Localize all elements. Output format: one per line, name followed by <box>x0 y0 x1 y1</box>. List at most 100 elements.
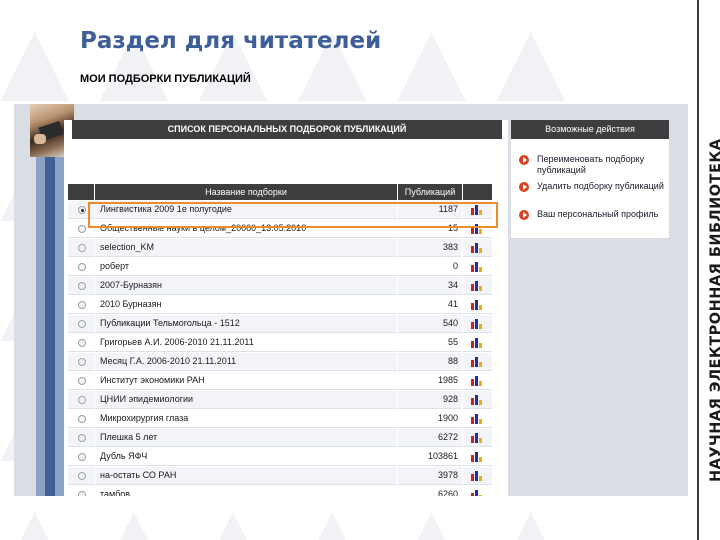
count-cell: 3978 <box>398 467 462 485</box>
collection-name[interactable]: ЦНИИ эпидемиологии <box>100 394 193 404</box>
publication-count: 1985 <box>437 375 458 385</box>
column-header-select <box>68 184 94 200</box>
chart-cell <box>463 372 492 390</box>
bar-chart-icon[interactable] <box>471 338 483 348</box>
table-row[interactable]: Месяц Г.А. 2006-2010 21.11.2011 88 <box>68 353 492 372</box>
publication-count: 41 <box>447 299 458 309</box>
count-cell: 1985 <box>398 372 462 390</box>
chart-cell <box>463 353 492 371</box>
radio-icon[interactable] <box>78 320 86 328</box>
name-cell: Месяц Г.А. 2006-2010 21.11.2011 <box>95 353 397 371</box>
arrow-circle-icon <box>519 210 529 220</box>
select-cell <box>68 486 94 496</box>
chart-cell <box>463 296 492 314</box>
radio-icon[interactable] <box>78 244 86 252</box>
radio-icon[interactable] <box>78 415 86 423</box>
table-row[interactable]: selection_KM 383 <box>68 239 492 258</box>
select-cell <box>68 391 94 409</box>
select-cell <box>68 201 94 219</box>
radio-icon[interactable] <box>78 396 86 404</box>
radio-icon[interactable] <box>78 282 86 290</box>
arrow-circle-icon <box>519 155 529 165</box>
bar-chart-icon[interactable] <box>471 471 483 481</box>
collection-name[interactable]: роберт <box>100 261 129 271</box>
radio-icon[interactable] <box>78 206 86 214</box>
radio-icon[interactable] <box>78 301 86 309</box>
count-cell: 383 <box>398 239 462 257</box>
count-cell: 6260 <box>398 486 462 496</box>
table-row[interactable]: на-остать СО РАН 3978 <box>68 467 492 486</box>
name-cell: роберт <box>95 258 397 276</box>
rename-collection-action[interactable]: Переименовать подборку публикаций <box>519 154 665 176</box>
table-row[interactable]: Микрохирургия глаза 1900 <box>68 410 492 429</box>
radio-icon[interactable] <box>78 377 86 385</box>
bar-chart-icon[interactable] <box>471 433 483 443</box>
count-cell: 0 <box>398 258 462 276</box>
delete-collection-action[interactable]: Удалить подборку публикаций <box>519 181 665 192</box>
bar-chart-icon[interactable] <box>471 414 483 424</box>
collection-name[interactable]: 2007-Бурназян <box>100 280 162 290</box>
table-row[interactable]: Лингвистика 2009 1е полугодие 1187 <box>68 201 492 220</box>
action-label: Ваш персональный профиль <box>537 209 659 219</box>
name-cell: ЦНИИ эпидемиологии <box>95 391 397 409</box>
table-row[interactable]: Институт экономики РАН 1985 <box>68 372 492 391</box>
collection-name[interactable]: Месяц Г.А. 2006-2010 21.11.2011 <box>100 356 236 366</box>
collection-name[interactable]: Дубль ЯФЧ <box>100 451 147 461</box>
collection-name[interactable]: 2010 Бурназян <box>100 299 161 309</box>
collection-name[interactable]: Григорьев А.И. 2006-2010 21.11.2011 <box>100 337 254 347</box>
publication-count: 15 <box>447 223 458 233</box>
radio-icon[interactable] <box>78 472 86 480</box>
table-row[interactable]: 2007-Бурназян 34 <box>68 277 492 296</box>
bar-chart-icon[interactable] <box>471 376 483 386</box>
table-row[interactable]: Общественные науки в целом_20060_13.05.2… <box>68 220 492 239</box>
bar-chart-icon[interactable] <box>471 281 483 291</box>
table-row[interactable]: Дубль ЯФЧ 103861 <box>68 448 492 467</box>
collection-name[interactable]: Микрохирургия глаза <box>100 413 188 423</box>
chart-cell <box>463 448 492 466</box>
radio-icon[interactable] <box>78 434 86 442</box>
bar-chart-icon[interactable] <box>471 395 483 405</box>
bar-chart-icon[interactable] <box>471 243 483 253</box>
bar-chart-icon[interactable] <box>471 452 483 462</box>
bar-chart-icon[interactable] <box>471 262 483 272</box>
collection-name[interactable]: Лингвистика 2009 1е полугодие <box>100 204 232 214</box>
bar-chart-icon[interactable] <box>471 319 483 329</box>
select-cell <box>68 429 94 447</box>
collection-name[interactable]: Общественные науки в целом_20060_13.05.2… <box>100 223 306 233</box>
radio-icon[interactable] <box>78 491 86 496</box>
radio-icon[interactable] <box>78 453 86 461</box>
publication-count: 88 <box>447 356 458 366</box>
bar-chart-icon[interactable] <box>471 300 483 310</box>
collection-name[interactable]: тамбов <box>100 489 130 496</box>
collection-name[interactable]: Институт экономики РАН <box>100 375 205 385</box>
bar-chart-icon[interactable] <box>471 224 483 234</box>
banner-divider <box>697 0 699 540</box>
table-row[interactable]: Плешка 5 лет 6272 <box>68 429 492 448</box>
bar-chart-icon[interactable] <box>471 357 483 367</box>
select-cell <box>68 372 94 390</box>
name-cell: Микрохирургия глаза <box>95 410 397 428</box>
select-cell <box>68 277 94 295</box>
radio-icon[interactable] <box>78 358 86 366</box>
publication-count: 1187 <box>438 204 458 214</box>
chart-cell <box>463 201 492 219</box>
collection-name[interactable]: Публикации Тельмогольца - 1512 <box>100 318 240 328</box>
radio-icon[interactable] <box>78 339 86 347</box>
bar-chart-icon[interactable] <box>471 205 483 215</box>
table-row[interactable]: роберт 0 <box>68 258 492 277</box>
publication-count: 55 <box>447 337 458 347</box>
table-row[interactable]: ЦНИИ эпидемиологии 928 <box>68 391 492 410</box>
radio-icon[interactable] <box>78 225 86 233</box>
personal-profile-action[interactable]: Ваш персональный профиль <box>519 209 665 220</box>
bar-chart-icon[interactable] <box>471 490 483 496</box>
table-row[interactable]: Григорьев А.И. 2006-2010 21.11.2011 55 <box>68 334 492 353</box>
table-row[interactable]: 2010 Бурназян 41 <box>68 296 492 315</box>
collection-name[interactable]: Плешка 5 лет <box>100 432 157 442</box>
count-cell: 41 <box>398 296 462 314</box>
collection-name[interactable]: selection_KM <box>100 242 154 252</box>
collection-name[interactable]: на-остать СО РАН <box>100 470 176 480</box>
table-row[interactable]: Публикации Тельмогольца - 1512 540 <box>68 315 492 334</box>
table-row[interactable]: тамбов 6260 <box>68 486 492 496</box>
radio-icon[interactable] <box>78 263 86 271</box>
name-cell: Лингвистика 2009 1е полугодие <box>95 201 397 219</box>
